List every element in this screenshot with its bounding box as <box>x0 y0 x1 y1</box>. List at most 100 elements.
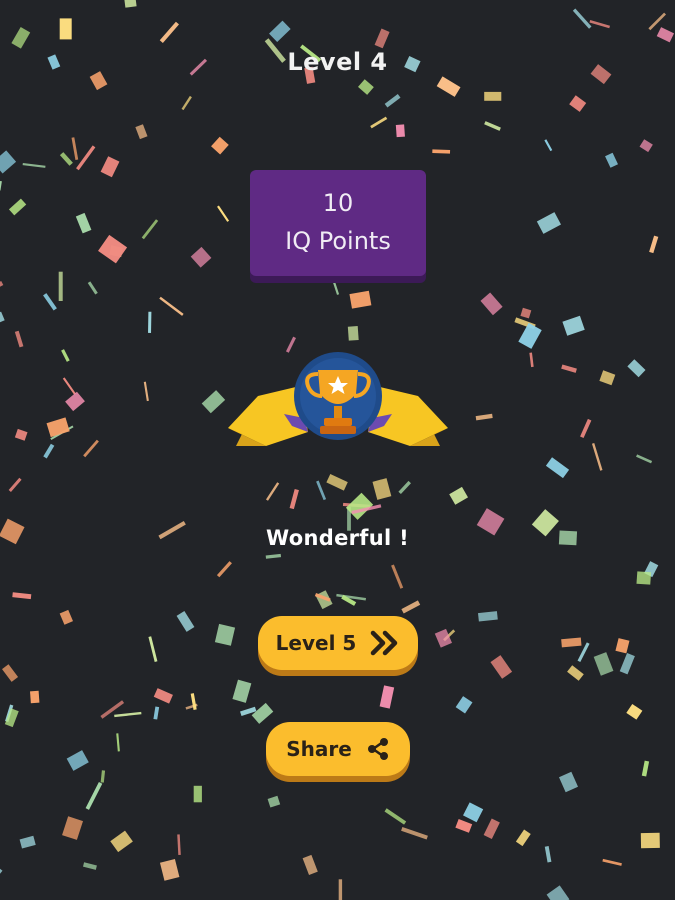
confetti-piece <box>143 381 149 402</box>
share-label: Share <box>286 737 352 761</box>
confetti-piece <box>580 418 592 438</box>
confetti-piece <box>572 8 592 29</box>
confetti-piece <box>518 322 542 349</box>
confetti-piece <box>558 771 578 793</box>
confetti-piece <box>159 296 184 316</box>
confetti-piece <box>372 478 392 500</box>
confetti-piece <box>599 370 616 386</box>
confetti-piece <box>98 234 128 264</box>
confetti-piece <box>211 136 229 155</box>
confetti-piece <box>59 18 72 40</box>
double-chevron-right-icon <box>371 630 398 656</box>
confetti-piece <box>0 150 17 174</box>
confetti-piece <box>480 292 503 316</box>
points-unit: IQ Points <box>285 227 391 255</box>
confetti-piece <box>100 156 120 178</box>
confetti-piece <box>648 12 667 31</box>
confetti-piece <box>463 802 484 823</box>
confetti-piece <box>401 827 428 840</box>
confetti-piece <box>484 121 501 131</box>
confetti-piece <box>515 829 531 847</box>
confetti-piece <box>114 711 142 718</box>
confetti-piece <box>0 863 3 880</box>
confetti-piece <box>30 690 40 704</box>
confetti-piece <box>569 95 587 112</box>
next-level-button[interactable]: Level 5 <box>258 616 418 670</box>
confetti-piece <box>379 685 395 709</box>
confetti-piece <box>484 91 502 101</box>
confetti-piece <box>11 27 31 49</box>
confetti-piece <box>14 428 28 441</box>
confetti-piece <box>43 293 57 311</box>
confetti-piece <box>148 636 158 662</box>
result-message: Wonderful ! <box>266 526 409 550</box>
confetti-piece <box>159 21 179 43</box>
confetti-piece <box>289 489 299 510</box>
confetti-piece <box>619 653 635 675</box>
confetti-piece <box>567 665 584 681</box>
confetti-piece <box>636 454 653 464</box>
confetti-piece <box>181 95 192 111</box>
confetti-piece <box>267 795 281 808</box>
confetti-piece <box>478 611 498 622</box>
confetti-piece <box>370 116 388 129</box>
confetti-piece <box>483 818 500 840</box>
confetti-piece <box>216 561 232 578</box>
confetti-piece <box>384 808 407 825</box>
confetti-piece <box>8 198 27 216</box>
points-reward-box: 10 IQ Points <box>250 170 426 276</box>
confetti-piece <box>201 390 226 414</box>
share-button[interactable]: Share <box>266 722 410 776</box>
confetti-piece <box>626 703 643 720</box>
confetti-piece <box>65 391 85 412</box>
confetti-piece <box>214 623 236 646</box>
confetti-piece <box>2 664 19 682</box>
confetti-piece <box>62 377 76 395</box>
confetti-piece <box>639 139 653 153</box>
confetti-piece <box>636 571 652 585</box>
confetti-piece <box>123 0 137 8</box>
confetti-piece <box>46 417 70 438</box>
level-title: Level 4 <box>287 48 388 76</box>
confetti-piece <box>153 688 173 704</box>
confetti-piece <box>593 652 614 676</box>
confetti-piece <box>217 205 230 222</box>
confetti-piece <box>153 706 160 720</box>
confetti-piece <box>475 413 493 421</box>
confetti-piece <box>8 477 22 492</box>
confetti-piece <box>449 486 469 505</box>
share-icon <box>367 738 388 760</box>
confetti-piece <box>641 760 650 777</box>
confetti-piece <box>602 858 622 866</box>
confetti-piece <box>14 330 24 348</box>
confetti-piece <box>544 846 552 863</box>
confetti-piece <box>615 638 630 654</box>
confetti-piece <box>177 834 181 856</box>
confetti-piece <box>561 364 577 373</box>
confetti-piece <box>159 859 180 881</box>
confetti-piece <box>338 879 343 900</box>
confetti-piece <box>384 94 401 108</box>
confetti-piece <box>148 311 152 333</box>
confetti-piece <box>0 311 5 326</box>
confetti-piece <box>22 163 46 168</box>
confetti-piece <box>141 219 159 240</box>
confetti-piece <box>66 750 89 771</box>
confetti-piece <box>605 152 619 168</box>
confetti-piece <box>398 480 411 495</box>
confetti-piece <box>58 271 63 301</box>
confetti-piece <box>190 246 212 268</box>
confetti-piece <box>640 832 660 849</box>
confetti-piece <box>232 679 252 703</box>
confetti-piece <box>110 830 133 853</box>
confetti-piece <box>75 212 92 234</box>
confetti-piece <box>436 76 461 97</box>
confetti-piece <box>591 443 603 471</box>
confetti-piece <box>316 480 327 501</box>
confetti-piece <box>19 835 36 849</box>
confetti-piece <box>374 28 390 49</box>
confetti-piece <box>520 307 532 319</box>
confetti-piece <box>455 696 473 714</box>
confetti-piece <box>545 457 570 479</box>
confetti-piece <box>0 179 2 191</box>
